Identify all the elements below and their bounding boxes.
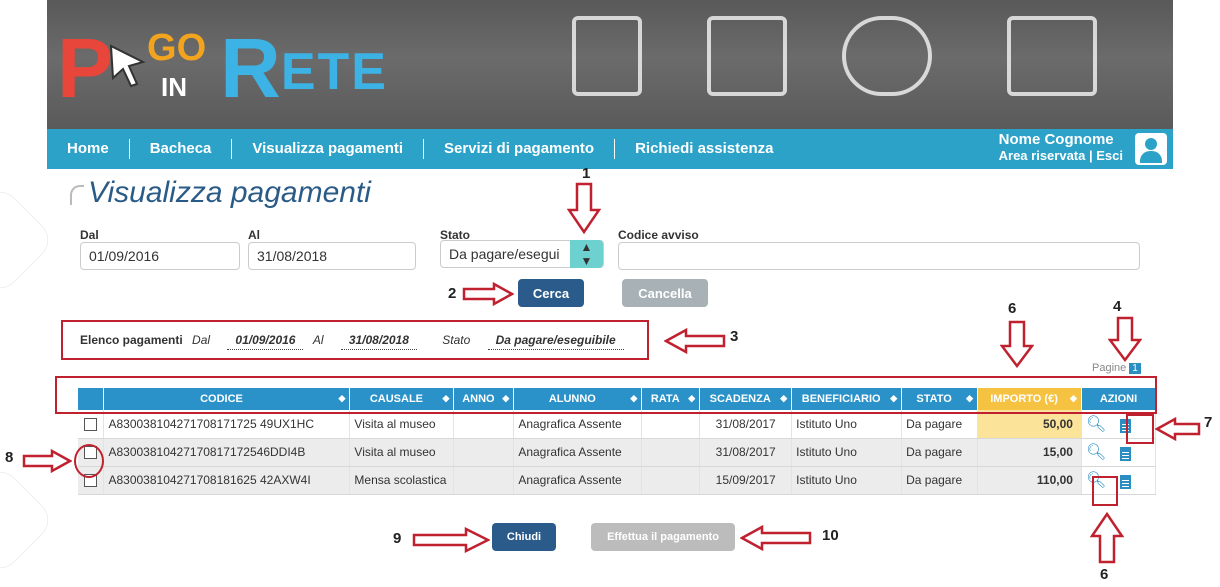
cell-causale: Mensa scolastica xyxy=(349,466,455,495)
arrow-left-icon xyxy=(664,328,726,354)
school-icon xyxy=(707,16,787,96)
cell-scadenza: 15/09/2017 xyxy=(699,466,793,495)
cerca-button[interactable]: Cerca xyxy=(518,279,584,307)
cell-stato: Da pagare xyxy=(901,410,979,439)
background-decoration xyxy=(0,463,57,577)
page-title: Visualizza pagamenti xyxy=(88,176,371,209)
cell-codice: A830038104271708181625 42AXW4I xyxy=(103,466,351,495)
cell-rata xyxy=(641,410,701,439)
annotation-box-header xyxy=(55,376,1157,414)
nav-bacheca[interactable]: Bacheca xyxy=(130,139,233,159)
arrow-left-icon xyxy=(740,525,812,551)
dal-date-input[interactable]: 01/09/2016 xyxy=(80,242,240,270)
annotation-number: 1 xyxy=(582,165,591,182)
nav-home[interactable]: Home xyxy=(47,139,130,159)
pages-label: Pagine xyxy=(1092,362,1127,374)
annotation-box-doc xyxy=(1126,414,1154,444)
chiudi-button[interactable]: Chiudi xyxy=(492,523,556,551)
codice-avviso-label: Codice avviso xyxy=(618,228,699,242)
cell-beneficiario: Istituto Uno xyxy=(791,438,903,467)
codice-avviso-input[interactable] xyxy=(618,242,1140,270)
cell-rata xyxy=(641,466,701,495)
table-row: A830038104271708171725 49UX1HC Visita al… xyxy=(78,410,1157,439)
effettua-pagamento-button[interactable]: Effettua il pagamento xyxy=(591,523,735,551)
cell-alunno: Anagrafica Assente xyxy=(513,410,643,439)
annotation-number: 2 xyxy=(448,285,457,302)
main-nav: Home Bacheca Visualizza pagamenti Serviz… xyxy=(47,129,1173,169)
cutlery-icon xyxy=(842,16,932,96)
annotation-circle-checkbox xyxy=(74,444,104,478)
background-decoration xyxy=(0,183,57,297)
table-row: A83003810427170817172546DDI4B Visita al … xyxy=(78,438,1157,467)
annotation-number: 8 xyxy=(5,449,14,466)
annotation-box-search xyxy=(1092,476,1118,506)
cell-rata xyxy=(641,438,701,467)
cell-alunno: Anagrafica Assente xyxy=(513,466,643,495)
annotation-number: 4 xyxy=(1113,298,1122,315)
table-row: A830038104271708181625 42AXW4I Mensa sco… xyxy=(78,466,1157,495)
search-icon[interactable]: 🔍︎ xyxy=(1086,416,1106,433)
user-avatar-icon[interactable] xyxy=(1135,133,1167,165)
bus-icon xyxy=(572,16,642,96)
logout-link[interactable]: Esci xyxy=(1096,148,1123,163)
user-name: Nome Cognome xyxy=(998,131,1114,148)
arrow-right-icon xyxy=(462,282,514,306)
cancella-button[interactable]: Cancella xyxy=(622,279,708,307)
row-checkbox-cell xyxy=(78,410,105,439)
annotation-number: 9 xyxy=(393,530,402,547)
cell-codice: A83003810427170817172546DDI4B xyxy=(103,438,351,467)
nav-servizi-di-pagamento[interactable]: Servizi di pagamento xyxy=(424,139,616,159)
document-icon[interactable] xyxy=(1120,446,1132,461)
arrow-down-icon xyxy=(1108,316,1142,362)
annotation-number: 6 xyxy=(1008,300,1017,317)
annotation-number: 6 xyxy=(1100,566,1109,583)
arrow-right-icon xyxy=(412,527,490,553)
user-box: Nome Cognome Area riservata | Esci xyxy=(999,131,1123,163)
area-riservata-link[interactable]: Area riservata xyxy=(999,148,1086,163)
nav-richiedi-assistenza[interactable]: Richiedi assistenza xyxy=(615,139,793,159)
arrow-down-icon xyxy=(1000,320,1034,368)
user-links: Area riservata | Esci xyxy=(999,148,1123,163)
cell-causale: Visita al museo xyxy=(349,438,455,467)
arrow-down-icon xyxy=(567,182,601,234)
user-link-separator: | xyxy=(1088,148,1093,163)
cell-beneficiario: Istituto Uno xyxy=(791,466,903,495)
cell-causale: Visita al museo xyxy=(349,410,455,439)
cell-anno xyxy=(453,466,515,495)
pago-in-rete-logo[interactable]: P GO IN R ETE xyxy=(57,20,388,110)
annotation-number: 10 xyxy=(822,527,839,544)
cell-importo: 50,00 xyxy=(977,410,1082,439)
stato-select-spinner-icon[interactable]: ▲ ▼ xyxy=(570,240,603,268)
cursor-icon xyxy=(109,44,146,88)
cell-importo: 110,00 xyxy=(977,466,1082,495)
title-decoration xyxy=(70,185,84,205)
page-1-button[interactable]: 1 xyxy=(1129,363,1141,374)
cell-anno xyxy=(453,410,515,439)
arrow-up-icon xyxy=(1090,512,1124,564)
document-icon[interactable] xyxy=(1120,474,1132,489)
dal-label: Dal xyxy=(80,228,99,242)
al-label: Al xyxy=(248,228,260,242)
cell-anno xyxy=(453,438,515,467)
cell-stato: Da pagare xyxy=(901,438,979,467)
cell-scadenza: 31/08/2017 xyxy=(699,410,793,439)
cell-importo: 15,00 xyxy=(977,438,1082,467)
annotation-number: 7 xyxy=(1204,414,1213,431)
row-checkbox[interactable] xyxy=(84,417,98,431)
annotation-number: 3 xyxy=(730,328,739,345)
al-date-input[interactable]: 31/08/2018 xyxy=(248,242,416,270)
arrow-right-icon xyxy=(22,449,72,473)
museum-icon xyxy=(1007,16,1097,96)
cell-alunno: Anagrafica Assente xyxy=(513,438,643,467)
search-icon[interactable]: 🔍︎ xyxy=(1086,444,1106,461)
pagination: Pagine 1 xyxy=(1092,362,1141,374)
nav-visualizza-pagamenti[interactable]: Visualizza pagamenti xyxy=(232,139,425,159)
cell-beneficiario: Istituto Uno xyxy=(791,410,903,439)
site-header: P GO IN R ETE xyxy=(47,0,1173,129)
cell-stato: Da pagare xyxy=(901,466,979,495)
cell-scadenza: 31/08/2017 xyxy=(699,438,793,467)
arrow-left-icon xyxy=(1155,417,1201,441)
cell-codice: A830038104271708171725 49UX1HC xyxy=(103,410,351,439)
annotation-box-summary xyxy=(61,320,649,360)
